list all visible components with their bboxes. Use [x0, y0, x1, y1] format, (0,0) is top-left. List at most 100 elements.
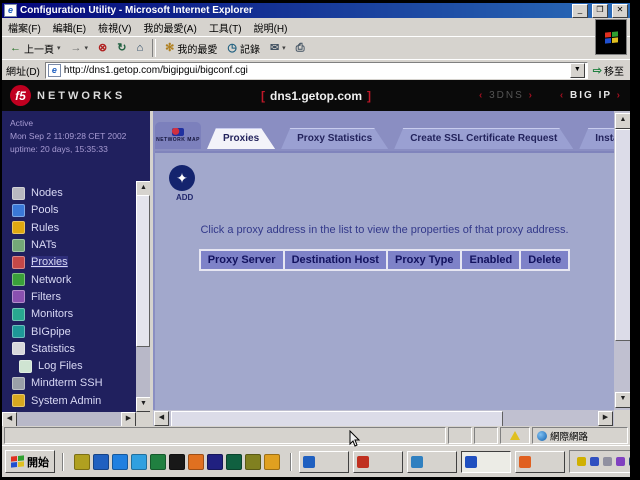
quicklaunch-icon-8[interactable] — [207, 454, 223, 470]
refresh-button[interactable]: ↻ — [113, 42, 130, 55]
statistics-icon — [12, 342, 25, 355]
quicklaunch-icon-5[interactable] — [150, 454, 166, 470]
stop-button[interactable]: ⊗ — [94, 42, 111, 55]
windows-flag-icon — [11, 455, 24, 467]
back-label: 上一頁 — [24, 41, 54, 56]
scrollbar-corner — [136, 412, 150, 426]
sidebar-vertical-scrollbar[interactable]: ▲ ▼ — [136, 181, 150, 412]
sidebar-item-network[interactable]: Network — [12, 271, 150, 288]
sidebar-item-pools[interactable]: Pools — [12, 202, 150, 219]
video-capture-frame: e Configuration Utility - Microsoft Inte… — [0, 0, 640, 480]
sidebar-item-log-files[interactable]: Log Files — [12, 357, 150, 374]
scrollbar-thumb[interactable] — [615, 129, 630, 341]
scroll-right-icon[interactable]: ▶ — [598, 411, 613, 426]
quicklaunch-icon-6[interactable] — [169, 454, 185, 470]
refresh-icon: ↻ — [117, 43, 126, 54]
menu-view[interactable]: 檢視(V) — [98, 20, 131, 35]
sidebar-item-bigpipe[interactable]: BIGpipe — [12, 323, 150, 340]
taskbar-window-2[interactable] — [353, 451, 403, 473]
menu-file[interactable]: 檔案(F) — [8, 20, 41, 35]
restore-button[interactable]: ❐ — [592, 4, 608, 18]
quicklaunch-icon-4[interactable] — [131, 454, 147, 470]
scrollbar-thumb[interactable] — [136, 195, 150, 347]
close-button[interactable]: ✕ — [612, 4, 628, 18]
quicklaunch-icon-2[interactable] — [93, 454, 109, 470]
sidebar-item-mindterm-ssh[interactable]: Mindterm SSH — [12, 375, 150, 392]
scroll-up-icon[interactable]: ▲ — [615, 113, 630, 129]
f5-banner: f5 NETWORKS [dns1.getop.com] ‹ 3DNS › ‹ … — [2, 80, 630, 111]
quicklaunch-icon-3[interactable] — [112, 454, 128, 470]
home-button[interactable]: ⌂ — [132, 42, 147, 55]
add-button[interactable]: ✦ — [169, 165, 195, 191]
mail-button[interactable]: ✉ ▾ — [266, 42, 290, 55]
forward-button[interactable]: → ▾ — [67, 42, 93, 55]
globe-icon — [537, 431, 547, 441]
tab-create-ssl-certificate-request[interactable]: Create SSL Certificate Request — [394, 128, 573, 149]
taskbar-window-1[interactable] — [299, 451, 349, 473]
print-button[interactable]: ⎙ — [292, 42, 309, 55]
scroll-right-icon[interactable]: ▶ — [121, 412, 136, 426]
tab-proxy-statistics[interactable]: Proxy Statistics — [281, 128, 388, 149]
start-button[interactable]: 開始 — [5, 450, 55, 473]
back-dropdown-icon[interactable]: ▾ — [57, 44, 61, 52]
tray-icon-1[interactable] — [577, 457, 586, 466]
navigation-sidebar: Active Mon Sep 2 11:09:28 CET 2002 uptim… — [2, 111, 150, 426]
scroll-up-icon[interactable]: ▲ — [136, 181, 150, 196]
nats-icon — [12, 239, 25, 252]
network-map-button[interactable]: NETWORK MAP — [155, 122, 201, 149]
quicklaunch-icon-1[interactable] — [74, 454, 90, 470]
menu-favorites[interactable]: 我的最愛(A) — [143, 20, 196, 35]
tray-icon-2[interactable] — [590, 457, 599, 466]
sidebar-item-nats[interactable]: NATs — [12, 236, 150, 253]
standard-toolbar: ← 上一頁 ▾ → ▾ ⊗ ↻ ⌂ ✻ 我的最愛 ◷ 記錄 ✉ ▾ — [2, 36, 630, 59]
scrollbar-thumb[interactable] — [171, 411, 503, 426]
nav-list: Nodes Pools Rules NATs Proxies — [2, 185, 150, 410]
main-horizontal-scrollbar[interactable]: ◀ ▶ — [153, 410, 614, 426]
taskbar-window-5[interactable] — [515, 451, 565, 473]
menu-help[interactable]: 說明(H) — [254, 20, 288, 35]
quicklaunch-icon-10[interactable] — [245, 454, 261, 470]
tray-icon-4[interactable] — [616, 457, 625, 466]
scroll-left-icon[interactable]: ◀ — [2, 412, 17, 426]
taskbar-window-3[interactable] — [407, 451, 457, 473]
main-vertical-scrollbar[interactable]: ▲ ▼ — [614, 111, 630, 410]
address-dropdown-icon[interactable]: ▼ — [570, 63, 585, 78]
scroll-down-icon[interactable]: ▼ — [615, 392, 630, 408]
sidebar-item-monitors[interactable]: Monitors — [12, 306, 150, 323]
forward-dropdown-icon[interactable]: ▾ — [85, 44, 89, 52]
scroll-down-icon[interactable]: ▼ — [136, 397, 150, 412]
history-label: 記錄 — [240, 41, 260, 56]
mail-dropdown-icon[interactable]: ▾ — [282, 44, 286, 52]
address-input[interactable]: e http://dns1.getop.com/bigipgui/bigconf… — [45, 62, 588, 79]
sidebar-item-system-admin[interactable]: System Admin — [12, 392, 150, 409]
quicklaunch-icon-11[interactable] — [264, 454, 280, 470]
menu-tools[interactable]: 工具(T) — [209, 20, 242, 35]
taskbar-window-4-active[interactable] — [461, 451, 511, 473]
f5-logo-icon: f5 — [10, 85, 31, 106]
quicklaunch-icon-9[interactable] — [226, 454, 242, 470]
tab-proxies[interactable]: Proxies — [207, 128, 275, 149]
favorites-button[interactable]: ✻ 我的最愛 — [161, 40, 221, 57]
tab-install-ssl-certificate[interactable]: Install SSL Certificate — [579, 128, 614, 149]
sidebar-item-statistics[interactable]: Statistics — [12, 340, 150, 357]
sidebar-item-filters[interactable]: Filters — [12, 288, 150, 305]
rules-icon — [12, 221, 25, 234]
sidebar-horizontal-scrollbar[interactable]: ◀ ▶ — [2, 412, 136, 426]
go-button[interactable]: ⇨ 移至 — [593, 63, 626, 78]
history-button[interactable]: ◷ 記錄 — [223, 40, 264, 57]
bracket-left: [ — [261, 89, 265, 103]
sidebar-item-nodes[interactable]: Nodes — [12, 185, 150, 202]
menu-edit[interactable]: 編輯(E) — [53, 20, 86, 35]
sidebar-item-proxies[interactable]: Proxies — [12, 254, 150, 271]
status-message-panel — [4, 427, 446, 444]
chevron-right-icon: › — [529, 90, 534, 101]
minimize-button[interactable]: _ — [572, 4, 588, 18]
quicklaunch-icon-7[interactable] — [188, 454, 204, 470]
tray-icon-5[interactable] — [629, 457, 630, 466]
mail-icon: ✉ — [270, 43, 279, 54]
tray-icon-3[interactable] — [603, 457, 612, 466]
browser-content: Active Mon Sep 2 11:09:28 CET 2002 uptim… — [2, 111, 630, 426]
scroll-left-icon[interactable]: ◀ — [154, 411, 169, 426]
back-button[interactable]: ← 上一頁 ▾ — [6, 40, 65, 57]
sidebar-item-rules[interactable]: Rules — [12, 219, 150, 236]
